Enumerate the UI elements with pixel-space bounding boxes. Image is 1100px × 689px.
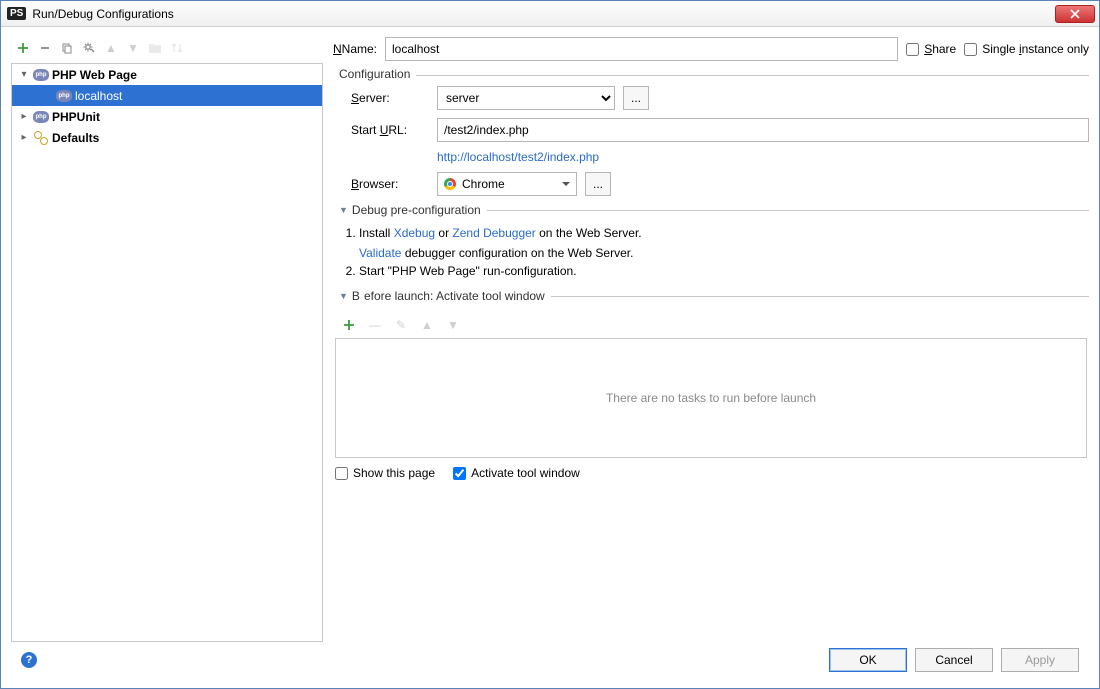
activate-tool-window-checkbox[interactable]: Activate tool window — [453, 466, 580, 480]
tree-label: Defaults — [52, 131, 99, 145]
php-icon: php — [33, 67, 49, 83]
upper-area: ▲ ▼ ▾ php PHP Web Page php localhost — [11, 35, 1089, 642]
debug-steps: Install Xdebug or Zend Debugger on the W… — [359, 222, 1089, 282]
share-checkbox[interactable]: Share — [906, 42, 956, 56]
validate-link[interactable]: Validate — [359, 246, 401, 260]
config-toolbar: ▲ ▼ — [11, 35, 323, 61]
browser-select[interactable]: Chrome — [437, 172, 577, 196]
collapse-icon: ▼ — [339, 291, 348, 301]
configuration-section: Configuration Server: server ... Start U… — [333, 75, 1089, 196]
chevron-down-icon: ▾ — [18, 69, 30, 80]
browser-browse-button[interactable]: ... — [585, 172, 611, 196]
chevron-right-icon: ▸ — [18, 111, 30, 122]
configuration-legend: Configuration — [333, 67, 416, 81]
move-down-icon: ▼ — [125, 40, 141, 56]
tree-node-localhost[interactable]: php localhost — [12, 85, 322, 106]
dialog-window: PS Run/Debug Configurations ▲ ▼ — [0, 0, 1100, 689]
php-icon: php — [33, 109, 49, 125]
tasks-list: There are no tasks to run before launch — [335, 338, 1087, 458]
close-icon — [1070, 9, 1080, 19]
defaults-icon — [33, 130, 49, 146]
start-url-label: Start URL: — [351, 123, 429, 137]
server-label: Server: — [351, 91, 429, 105]
task-down-icon: ▼ — [445, 317, 461, 333]
config-tree[interactable]: ▾ php PHP Web Page php localhost ▸ php P… — [11, 63, 323, 642]
cancel-button[interactable]: Cancel — [915, 648, 993, 672]
php-icon: php — [56, 88, 72, 104]
add-icon[interactable] — [15, 40, 31, 56]
resolved-url-link[interactable]: http://localhost/test2/index.php — [437, 150, 599, 164]
dialog-footer: ? OK Cancel Apply — [11, 642, 1089, 682]
app-icon: PS — [7, 7, 26, 20]
name-input[interactable] — [385, 37, 898, 61]
tree-node-phpunit[interactable]: ▸ php PHPUnit — [12, 106, 322, 127]
browser-label: Browser: — [351, 177, 429, 191]
apply-button: Apply — [1001, 648, 1079, 672]
remove-icon[interactable] — [37, 40, 53, 56]
zend-link[interactable]: Zend Debugger — [452, 226, 535, 240]
single-instance-checkbox[interactable]: Single instance only — [964, 42, 1089, 56]
edit-task-icon: ✎ — [393, 317, 409, 333]
task-up-icon: ▲ — [419, 317, 435, 333]
server-select[interactable]: server — [437, 86, 615, 110]
before-launch-legend[interactable]: ▼Before launch: Activate tool window — [333, 289, 551, 303]
settings-icon[interactable] — [81, 40, 97, 56]
chrome-icon — [444, 178, 456, 190]
before-launch-toolbar: — ✎ ▲ ▼ — [341, 316, 1089, 334]
close-button[interactable] — [1055, 5, 1095, 23]
tasks-empty-label: There are no tasks to run before launch — [606, 391, 816, 405]
sort-icon — [169, 40, 185, 56]
tree-label: PHPUnit — [52, 110, 100, 124]
tree-node-php-web-page[interactable]: ▾ php PHP Web Page — [12, 64, 322, 85]
ok-button[interactable]: OK — [829, 648, 907, 672]
debug-step-1: Install Xdebug or Zend Debugger on the W… — [359, 226, 1089, 260]
server-browse-button[interactable]: ... — [623, 86, 649, 110]
start-url-input[interactable] — [437, 118, 1089, 142]
window-title: Run/Debug Configurations — [32, 7, 1055, 21]
debug-legend[interactable]: ▼Debug pre-configuration — [333, 203, 487, 217]
dialog-body: ▲ ▼ ▾ php PHP Web Page php localhost — [1, 27, 1099, 688]
tree-node-defaults[interactable]: ▸ Defaults — [12, 127, 322, 148]
move-up-icon: ▲ — [103, 40, 119, 56]
tree-label: localhost — [75, 89, 122, 103]
copy-icon[interactable] — [59, 40, 75, 56]
collapse-icon: ▼ — [339, 205, 348, 215]
folder-icon — [147, 40, 163, 56]
name-label: NName: — [333, 42, 377, 56]
tree-label: PHP Web Page — [52, 68, 137, 82]
right-panel: NName: Share Single instance only Config… — [333, 35, 1089, 642]
add-task-icon[interactable] — [341, 317, 357, 333]
show-this-page-checkbox[interactable]: Show this page — [335, 466, 435, 480]
name-row: NName: Share Single instance only — [333, 37, 1089, 61]
debug-section: ▼Debug pre-configuration Install Xdebug … — [333, 210, 1089, 282]
left-panel: ▲ ▼ ▾ php PHP Web Page php localhost — [11, 35, 323, 642]
debug-step-2: Start "PHP Web Page" run-configuration. — [359, 264, 1089, 278]
titlebar: PS Run/Debug Configurations — [1, 1, 1099, 27]
before-launch-section: ▼Before launch: Activate tool window — ✎… — [333, 296, 1089, 480]
help-button[interactable]: ? — [21, 652, 37, 668]
remove-task-icon: — — [367, 317, 383, 333]
chevron-right-icon: ▸ — [18, 132, 30, 143]
xdebug-link[interactable]: Xdebug — [394, 226, 435, 240]
